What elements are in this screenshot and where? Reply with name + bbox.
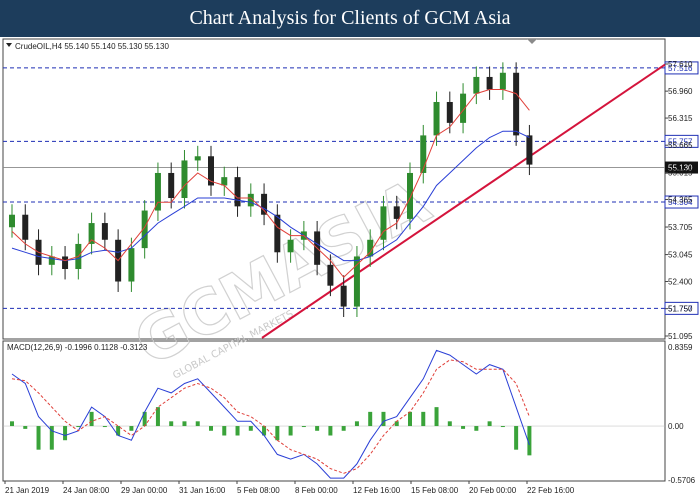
candle-bull: [128, 248, 135, 282]
macd-histogram-bar: [500, 426, 505, 428]
candle-bear: [101, 223, 108, 240]
macd-histogram-bar: [169, 421, 174, 427]
chart-area: GCMASIAGLOBAL CAPITAL MARKETS 57.51655.7…: [2, 38, 699, 495]
candle-bull: [407, 172, 413, 219]
price-info-label: CrudeOIL,H4 55.140 55.140 55.130 55.130: [15, 42, 169, 51]
macd-histogram-bar: [288, 426, 293, 436]
macd-histogram-bar: [23, 426, 28, 429]
price-tick-label: 55.015: [668, 168, 693, 177]
price-tick-label: 55.665: [668, 141, 693, 150]
time-tick-label: 5 Feb 08:00: [237, 486, 280, 495]
macd-histogram-bar: [89, 411, 94, 427]
macd-histogram-bar: [222, 426, 227, 436]
macd-panel: [2, 340, 666, 482]
macd-histogram-bar: [301, 426, 306, 428]
candle-bear: [446, 101, 453, 123]
time-tick-label: 31 Jan 16:00: [179, 486, 226, 495]
candle-bear: [234, 177, 241, 207]
time-tick-label: 12 Feb 16:00: [353, 486, 401, 495]
macd-histogram-bar: [474, 426, 479, 431]
price-tick-label: 56.315: [668, 114, 693, 123]
page-title: Chart Analysis for Clients of GCM Asia: [0, 0, 700, 37]
candle-bear: [340, 285, 347, 307]
macd-histogram-bar: [487, 421, 492, 427]
candle-bull: [287, 239, 294, 253]
price-tick-label: 54.365: [668, 195, 693, 204]
time-tick-label: 21 Jan 2019: [5, 486, 50, 495]
candle-bear: [393, 206, 400, 219]
candle-bull: [420, 135, 427, 173]
macd-histogram-bar: [129, 426, 134, 431]
macd-histogram-bar: [434, 407, 439, 427]
time-tick-label: 29 Jan 00:00: [121, 486, 168, 495]
candle-bear: [261, 193, 268, 215]
macd-histogram-bar: [195, 421, 200, 427]
macd-histogram-bar: [248, 426, 253, 431]
candle-bull: [433, 101, 440, 136]
candle-bull: [473, 76, 480, 94]
macd-histogram-bar: [155, 407, 160, 427]
macd-histogram-bar: [76, 426, 81, 428]
macd-info-label: MACD(12,26,9) -0.1996 0.1128 -0.3123: [7, 343, 148, 352]
candle-bear: [327, 264, 334, 286]
price-tick-label: 51.750: [668, 305, 693, 314]
macd-histogram-bar: [408, 411, 412, 427]
candle-bull: [194, 156, 201, 161]
price-panel: [2, 38, 666, 340]
candle-bear: [62, 256, 69, 269]
macd-histogram-bar: [354, 421, 359, 427]
time-tick-label: 8 Feb 00:00: [295, 486, 338, 495]
candle-bull: [181, 160, 188, 199]
macd-histogram-bar: [182, 421, 187, 427]
price-tick-label: 56.960: [668, 87, 693, 96]
macd-tick-label: 0.00: [668, 422, 684, 431]
candle-bear: [486, 76, 493, 90]
macd-histogram-bar: [421, 411, 426, 427]
candle-bear: [526, 135, 533, 165]
price-tick-label: 52.400: [668, 278, 693, 287]
price-tick-label: 53.045: [668, 251, 693, 260]
macd-histogram-bar: [341, 426, 346, 431]
price-tick-label: 53.705: [668, 223, 693, 232]
macd-histogram-bar: [102, 426, 107, 428]
time-tick-label: 24 Jan 08:00: [63, 486, 110, 495]
macd-histogram-bar: [461, 426, 466, 429]
macd-histogram-bar: [447, 421, 452, 427]
macd-histogram-bar: [394, 421, 399, 427]
macd-tick-label: -0.5706: [668, 476, 696, 485]
candle-bull: [353, 256, 360, 307]
macd-histogram-bar: [368, 411, 373, 427]
macd-histogram-bar: [10, 421, 14, 427]
candle-bear: [274, 214, 281, 253]
macd-tick-label: 0.8359: [668, 343, 693, 352]
macd-histogram-bar: [315, 426, 320, 431]
time-tick-label: 22 Feb 16:00: [527, 486, 575, 495]
macd-histogram-bar: [36, 426, 41, 450]
candle-bear: [513, 72, 520, 136]
candle-bull: [221, 177, 228, 186]
macd-histogram-bar: [63, 426, 68, 441]
price-tick-label: 57.610: [668, 60, 693, 69]
macd-histogram-bar: [209, 426, 213, 431]
macd-histogram-bar: [514, 426, 519, 450]
candle-bull: [499, 72, 506, 90]
time-tick-label: 20 Feb 00:00: [469, 486, 517, 495]
time-tick-label: 15 Feb 08:00: [411, 486, 459, 495]
candle-bear: [22, 214, 29, 240]
candle-bull: [48, 256, 55, 265]
macd-histogram-bar: [328, 426, 333, 436]
candle-bull: [9, 214, 15, 228]
macd-histogram-bar: [235, 426, 240, 436]
candle-bear: [168, 172, 175, 199]
price-tick-label: 51.095: [668, 332, 693, 341]
candle-bull: [154, 172, 161, 211]
